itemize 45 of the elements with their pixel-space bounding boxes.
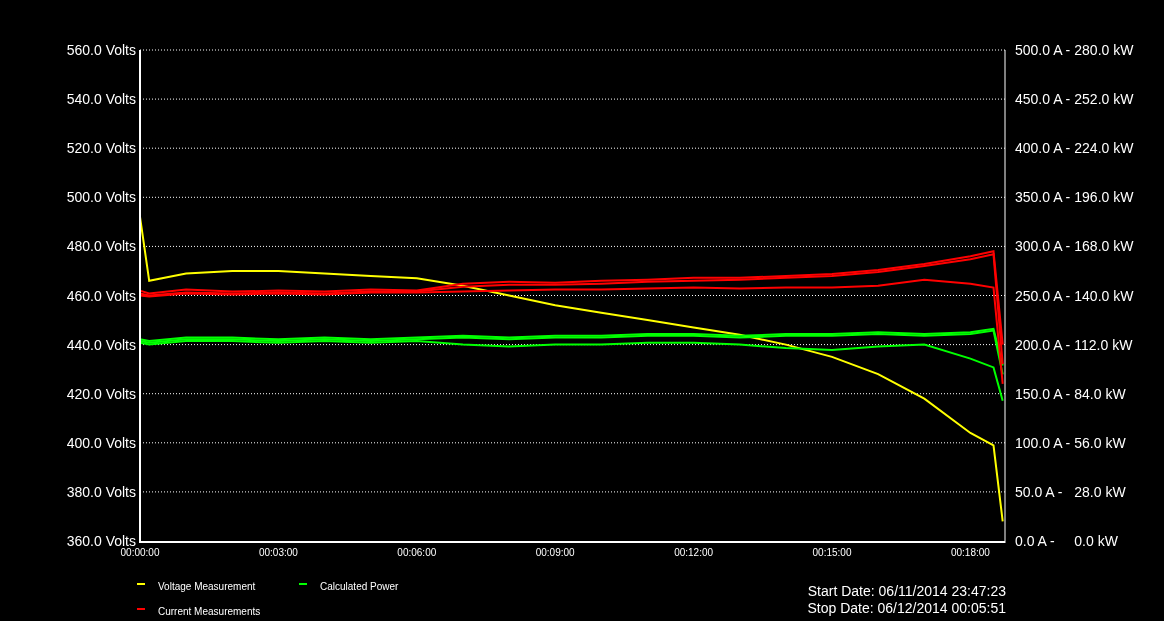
legend-label: Calculated Power xyxy=(320,581,399,592)
y-axis-label: 150.0 A - xyxy=(1015,385,1071,402)
y-axis-label: 140.0 kW xyxy=(1074,287,1134,304)
y-axis-label: 480.0 Volts xyxy=(66,238,136,255)
y-axis-label: 168.0 kW xyxy=(1074,238,1134,255)
y-axis-label: 112.0 kW xyxy=(1074,336,1133,353)
x-axis-label: 00:18:00 xyxy=(950,547,990,558)
y-axis-label: 84.0 kW xyxy=(1074,385,1126,402)
date-label: Start Date: 06/11/2014 23:47:23 xyxy=(807,583,1006,599)
y-axis-label: 50.0 A - xyxy=(1015,483,1063,500)
y-axis-label: 0.0 A - xyxy=(1015,533,1055,549)
y-axis-label: 224.0 kW xyxy=(1074,140,1134,157)
y-axis-label: 420.0 Volts xyxy=(66,385,136,402)
y-axis-label: 350.0 A - xyxy=(1015,189,1071,206)
y-axis-label: 280.0 kW xyxy=(1074,42,1134,58)
y-axis-label: 400.0 A - xyxy=(1015,140,1071,157)
y-axis-label: 28.0 kW xyxy=(1074,483,1126,500)
y-axis-label: 250.0 A - xyxy=(1015,287,1071,304)
x-axis-label: 00:00:00 xyxy=(120,547,160,558)
x-axis-label: 00:06:00 xyxy=(397,547,437,558)
y-axis-label: 460.0 Volts xyxy=(66,287,136,304)
legend-label: Current Measurements xyxy=(158,606,261,617)
y-axis-label: 300.0 A - xyxy=(1015,238,1071,255)
y-axis-label: 500.0 A - xyxy=(1015,42,1071,58)
y-axis-label: 450.0 A - xyxy=(1015,91,1071,108)
y-axis-label: 360.0 Volts xyxy=(66,533,136,549)
y-axis-label: 400.0 Volts xyxy=(66,434,136,451)
y-axis-label: 500.0 Volts xyxy=(66,189,136,206)
date-label: Stop Date: 06/12/2014 00:05:51 xyxy=(807,600,1006,616)
y-axis-label: 200.0 A - xyxy=(1015,336,1071,353)
y-axis-label: 252.0 kW xyxy=(1074,91,1134,108)
y-axis-label: 440.0 Volts xyxy=(66,336,136,353)
x-axis-label: 00:12:00 xyxy=(674,547,714,558)
y-axis-label: 0.0 kW xyxy=(1074,533,1118,549)
y-axis-label: 196.0 kW xyxy=(1074,189,1134,206)
x-axis-label: 00:09:00 xyxy=(535,547,575,558)
y-axis-label: 56.0 kW xyxy=(1074,434,1126,451)
y-axis-label: 560.0 Volts xyxy=(66,42,136,58)
y-axis-label: 520.0 Volts xyxy=(66,140,136,157)
legend-label: Voltage Measurement xyxy=(158,581,256,592)
y-axis-label: 380.0 Volts xyxy=(66,483,136,500)
x-axis-label: 00:03:00 xyxy=(258,547,298,558)
y-axis-label: 100.0 A - xyxy=(1015,434,1071,451)
y-axis-label: 540.0 Volts xyxy=(66,91,136,108)
x-axis-label: 00:15:00 xyxy=(812,547,852,558)
